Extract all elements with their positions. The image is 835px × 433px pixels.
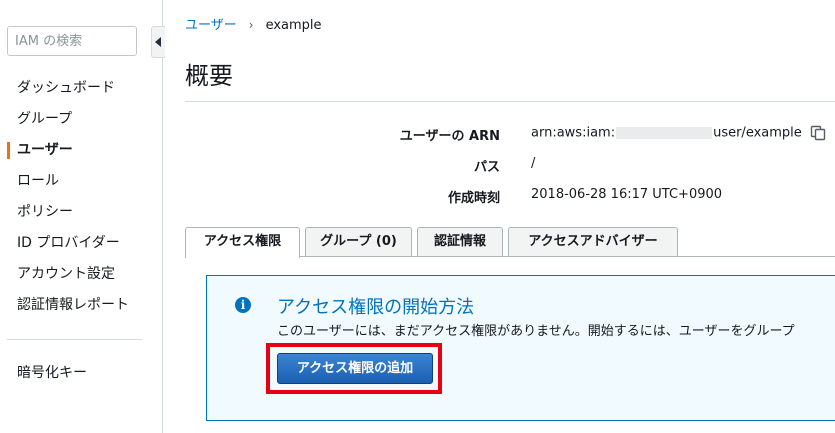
- account-id-redaction: [616, 127, 713, 139]
- breadcrumb: ユーザー › example: [185, 14, 322, 33]
- sidebar-item-account-settings[interactable]: アカウント設定: [0, 259, 162, 290]
- search-box[interactable]: [7, 26, 137, 56]
- breadcrumb-current: example: [265, 18, 322, 33]
- sidebar-item-roles[interactable]: ロール: [0, 166, 162, 197]
- copy-icon[interactable]: [810, 125, 826, 141]
- sidebar-item-dashboard[interactable]: ダッシュボード: [0, 73, 162, 104]
- path-label: パス: [473, 160, 500, 175]
- page-title: 概要: [185, 62, 233, 90]
- tab-permissions[interactable]: アクセス権限: [185, 227, 300, 258]
- sidebar-collapse-button[interactable]: [151, 26, 165, 58]
- sidebar: ダッシュボード グループ ユーザー ロール ポリシー ID プロバイダー アカウ…: [0, 0, 163, 433]
- title-divider: [185, 101, 835, 102]
- path-value: /: [531, 156, 536, 171]
- created-label: 作成時刻: [447, 191, 500, 206]
- info-icon: [235, 297, 251, 313]
- sidebar-item-encryption-keys[interactable]: 暗号化キー: [0, 358, 162, 389]
- sidebar-item-groups[interactable]: グループ: [0, 104, 162, 135]
- tab-bar: アクセス権限 グループ (0) 認証情報 アクセスアドバイザー: [185, 227, 835, 258]
- sidebar-item-policies[interactable]: ポリシー: [0, 197, 162, 228]
- breadcrumb-users-link[interactable]: ユーザー: [185, 18, 237, 33]
- sidebar-divider: [7, 339, 142, 340]
- summary-row-created: 作成時刻 2018-06-28 16:17 UTC+0900: [185, 182, 835, 213]
- tab-access-advisor[interactable]: アクセスアドバイザー: [508, 227, 678, 257]
- created-value: 2018-06-28 16:17 UTC+0900: [531, 187, 723, 202]
- tab-security-credentials[interactable]: 認証情報: [417, 227, 503, 257]
- search-input[interactable]: [8, 27, 136, 55]
- summary-section: ユーザーの ARN arn:aws:iam: user/example パス / …: [185, 120, 835, 213]
- add-permissions-button[interactable]: アクセス権限の追加: [277, 353, 433, 384]
- summary-row-arn: ユーザーの ARN arn:aws:iam: user/example: [185, 120, 835, 151]
- summary-row-path: パス /: [185, 151, 835, 182]
- arn-prefix: arn:aws:iam:: [531, 125, 616, 141]
- arn-label: ユーザーの ARN: [399, 129, 500, 144]
- chevron-right-icon: ›: [248, 18, 254, 32]
- sidebar-item-users[interactable]: ユーザー: [0, 135, 162, 166]
- info-title: アクセス権限の開始方法: [277, 297, 475, 318]
- info-text: このユーザーには、まだアクセス権限がありません。開始するには、ユーザーをグループ: [277, 324, 795, 339]
- tab-groups[interactable]: グループ (0): [305, 227, 412, 257]
- sidebar-item-credential-report[interactable]: 認証情報レポート: [0, 290, 162, 321]
- arn-value: arn:aws:iam: user/example: [531, 125, 826, 141]
- sidebar-extra-nav: 暗号化キー: [0, 358, 162, 389]
- sidebar-nav: ダッシュボード グループ ユーザー ロール ポリシー ID プロバイダー アカウ…: [0, 73, 162, 321]
- sidebar-item-identity-providers[interactable]: ID プロバイダー: [0, 228, 162, 259]
- arn-suffix: user/example: [713, 125, 802, 141]
